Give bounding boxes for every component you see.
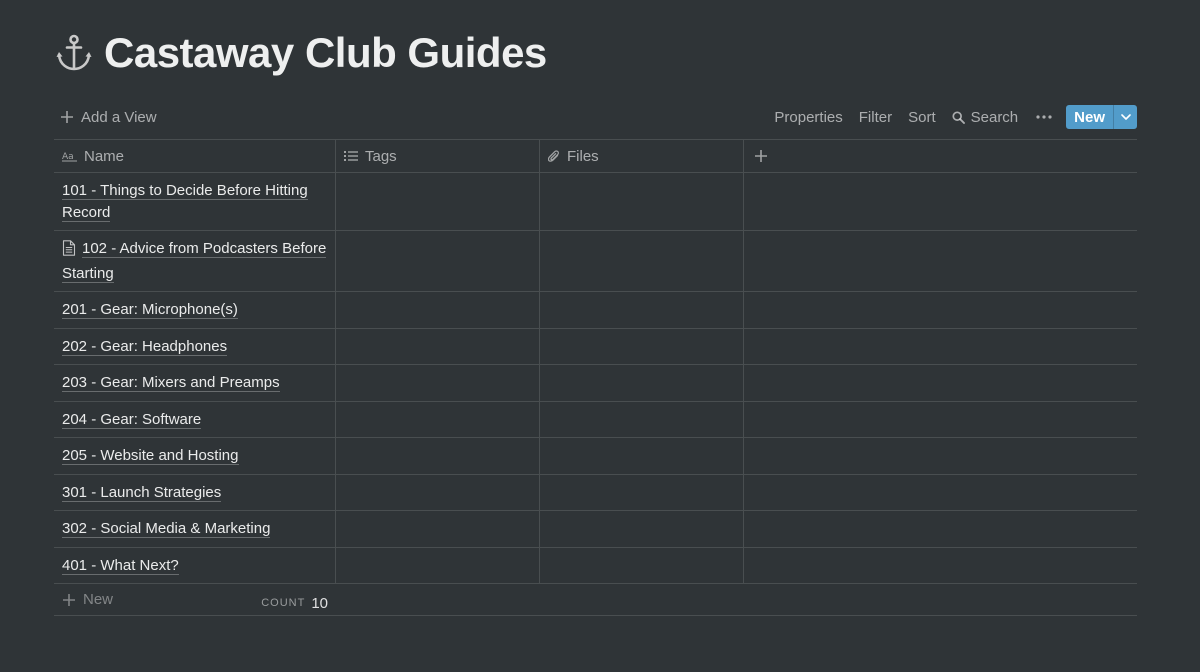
empty-cell	[744, 511, 1137, 547]
sort-button[interactable]: Sort	[900, 103, 944, 131]
add-view-button[interactable]: Add a View	[54, 103, 163, 131]
more-options-icon[interactable]	[1026, 103, 1062, 131]
name-cell[interactable]: 204 - Gear: Software	[54, 401, 336, 437]
column-header-name[interactable]: Aa Name	[54, 140, 336, 172]
empty-cell	[744, 475, 1137, 511]
files-cell[interactable]	[540, 328, 744, 364]
row-title[interactable]: 204 - Gear: Software	[62, 410, 202, 429]
table-header: Aa Name Tags Files	[54, 139, 1137, 173]
empty-cell	[744, 292, 1137, 328]
name-cell[interactable]: 202 - Gear: Headphones	[54, 328, 336, 364]
count-label: COUNT	[261, 597, 306, 609]
page: Castaway Club Guides Add a View Properti…	[0, 0, 1200, 672]
files-cell[interactable]	[540, 474, 744, 510]
name-cell[interactable]: 203 - Gear: Mixers and Preamps	[54, 365, 336, 401]
empty-cell	[744, 231, 1137, 291]
table-row[interactable]: 201 - Gear: Microphone(s)	[54, 292, 1137, 329]
count-value: 10	[311, 594, 328, 612]
row-title[interactable]: 202 - Gear: Headphones	[62, 337, 228, 356]
files-cell[interactable]	[540, 438, 744, 474]
toolbar-actions: Properties Filter Sort Search New	[766, 103, 1137, 131]
name-cell[interactable]: 302 - Social Media & Marketing	[54, 511, 336, 547]
files-cell[interactable]	[540, 401, 744, 437]
tags-cell[interactable]	[336, 547, 540, 583]
page-header: Castaway Club Guides	[56, 28, 547, 78]
column-header-tags[interactable]: Tags	[336, 140, 540, 172]
tags-cell[interactable]	[336, 292, 540, 328]
empty-cell	[744, 365, 1137, 401]
table-row[interactable]: 205 - Website and Hosting	[54, 438, 1137, 475]
column-label: Name	[84, 147, 125, 165]
row-title[interactable]: 302 - Social Media & Marketing	[62, 520, 271, 538]
anchor-icon[interactable]	[56, 33, 94, 73]
table-row[interactable]: 202 - Gear: Headphones	[54, 328, 1137, 365]
row-title[interactable]: 201 - Gear: Microphone(s)	[62, 301, 238, 319]
files-cell[interactable]	[540, 292, 744, 328]
empty-cell	[744, 438, 1137, 474]
text-type-icon: Aa	[62, 152, 77, 162]
column-header-files[interactable]: Files	[540, 140, 744, 172]
new-button[interactable]: New	[1066, 105, 1113, 129]
table-row[interactable]: 203 - Gear: Mixers and Preamps	[54, 365, 1137, 402]
files-cell[interactable]	[540, 365, 744, 401]
empty-cell	[744, 173, 1137, 230]
table-row[interactable]: 401 - What Next?	[54, 547, 1137, 584]
row-title[interactable]: 203 - Gear: Mixers and Preamps	[62, 374, 280, 392]
database-table: Aa Name Tags Files 101 - Things to Decid…	[54, 139, 1137, 616]
row-title[interactable]: 205 - Website and Hosting	[62, 447, 239, 465]
files-cell[interactable]	[540, 231, 744, 291]
table-row[interactable]: 101 - Things to Decide Before Hitting Re…	[54, 173, 1137, 231]
page-title[interactable]: Castaway Club Guides	[104, 29, 547, 77]
empty-cell	[744, 548, 1137, 584]
tags-cell[interactable]	[336, 511, 540, 547]
count-aggregation[interactable]: COUNT 10	[54, 594, 336, 612]
table-row[interactable]: 301 - Launch Strategies	[54, 474, 1137, 511]
search-icon	[952, 110, 965, 124]
empty-cell	[744, 329, 1137, 365]
plus-icon	[61, 111, 73, 123]
database-toolbar: Add a View Properties Filter Sort Search	[54, 103, 1137, 131]
files-cell[interactable]	[540, 511, 744, 547]
list-icon	[344, 151, 358, 161]
files-cell[interactable]	[540, 173, 744, 230]
tags-cell[interactable]	[336, 474, 540, 510]
tags-cell[interactable]	[336, 401, 540, 437]
table-row[interactable]: 102 - Advice from Podcasters Before Star…	[54, 231, 1137, 292]
name-cell[interactable]: 101 - Things to Decide Before Hitting Re…	[54, 173, 336, 230]
chevron-down-icon[interactable]	[1113, 105, 1137, 129]
search-label: Search	[970, 108, 1019, 126]
name-cell[interactable]: 102 - Advice from Podcasters Before Star…	[54, 231, 336, 291]
row-title[interactable]: 101 - Things to Decide Before Hitting Re…	[62, 182, 308, 222]
search-button[interactable]: Search	[944, 103, 1027, 131]
table-body: 101 - Things to Decide Before Hitting Re…	[54, 173, 1137, 584]
tags-cell[interactable]	[336, 328, 540, 364]
document-icon	[62, 240, 76, 263]
tags-cell[interactable]	[336, 438, 540, 474]
row-title[interactable]: 301 - Launch Strategies	[62, 483, 222, 502]
plus-icon	[755, 150, 767, 162]
column-label: Files	[567, 147, 599, 165]
empty-cell	[744, 402, 1137, 438]
paperclip-icon	[548, 150, 559, 162]
name-cell[interactable]: 205 - Website and Hosting	[54, 438, 336, 474]
files-cell[interactable]	[540, 547, 744, 583]
new-button-group: New	[1066, 105, 1137, 129]
table-row[interactable]: 204 - Gear: Software	[54, 401, 1137, 438]
tags-cell[interactable]	[336, 365, 540, 401]
add-column-button[interactable]	[744, 140, 1137, 172]
name-cell[interactable]: 401 - What Next?	[54, 547, 336, 583]
properties-button[interactable]: Properties	[766, 103, 850, 131]
table-row[interactable]: 302 - Social Media & Marketing	[54, 511, 1137, 548]
row-title[interactable]: 401 - What Next?	[62, 556, 179, 575]
tags-cell[interactable]	[336, 231, 540, 291]
filter-button[interactable]: Filter	[851, 103, 900, 131]
row-title[interactable]: 102 - Advice from Podcasters Before Star…	[62, 240, 327, 283]
tags-cell[interactable]	[336, 173, 540, 230]
name-cell[interactable]: 301 - Launch Strategies	[54, 474, 336, 510]
add-view-label: Add a View	[81, 108, 157, 126]
name-cell[interactable]: 201 - Gear: Microphone(s)	[54, 292, 336, 328]
column-label: Tags	[365, 147, 397, 165]
